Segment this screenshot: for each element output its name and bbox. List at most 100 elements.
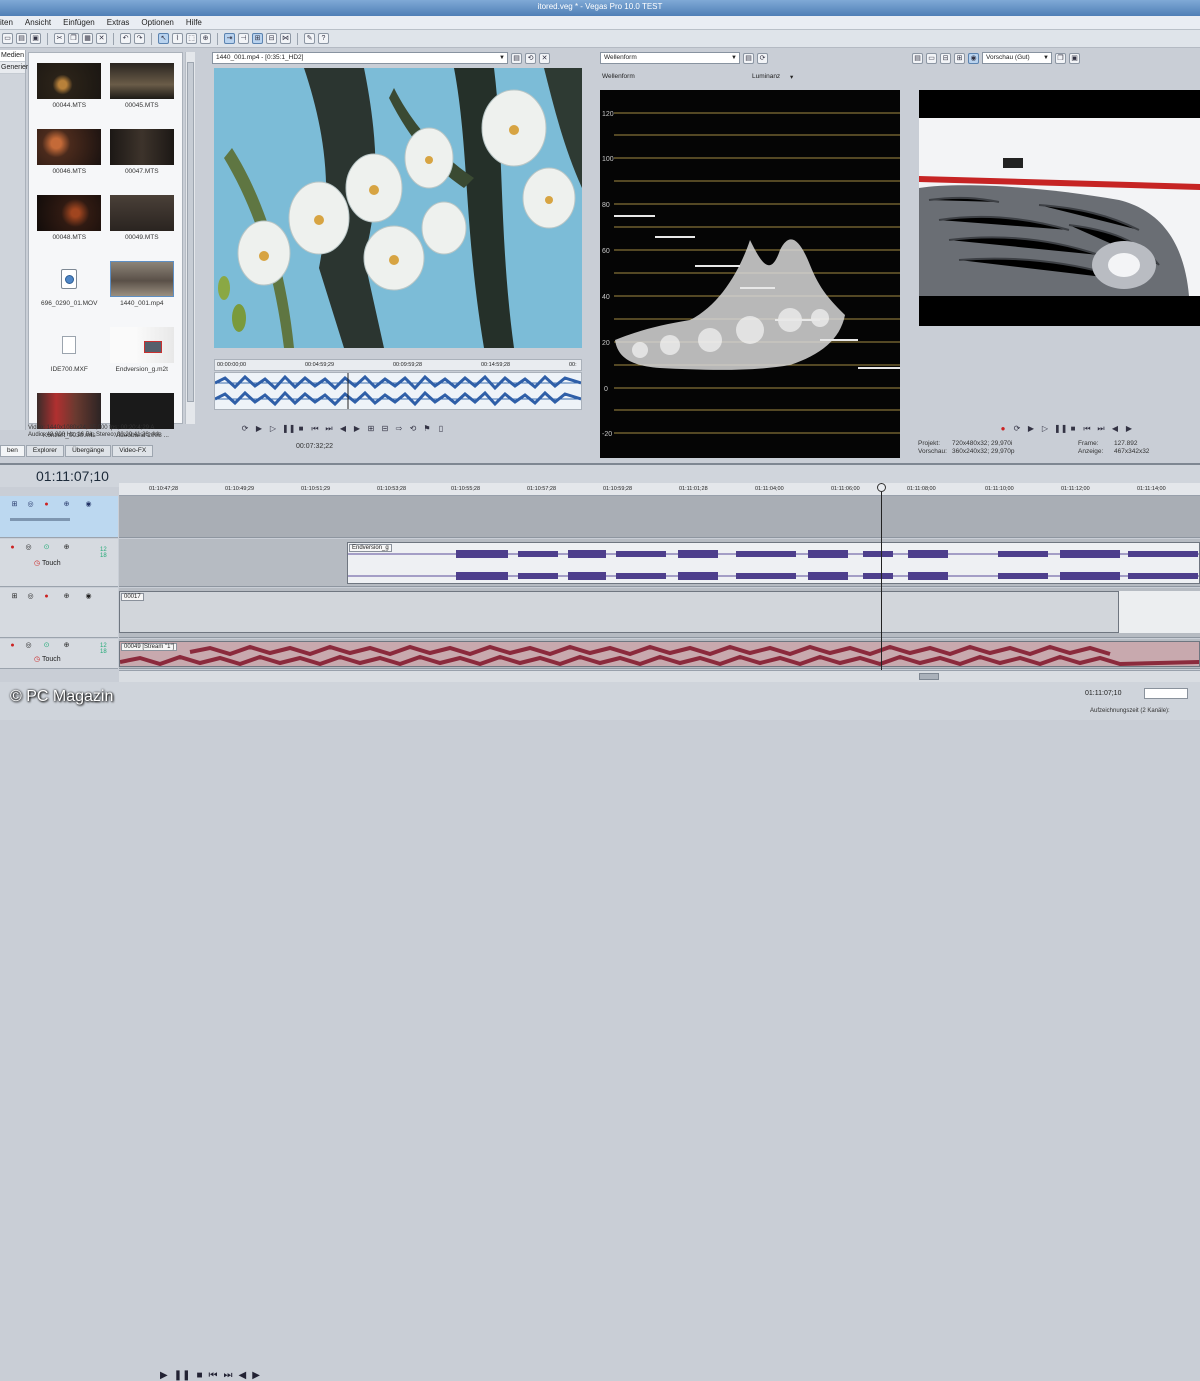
track-lane[interactable]: 00017 [119,588,1200,638]
trimmer-audio-waveform[interactable] [214,372,582,410]
automation-icon[interactable]: ◷ Touch [34,559,61,567]
marker-icon[interactable]: ⚑ [422,424,432,434]
video-clip[interactable]: 00017 [119,591,1119,633]
next-frame-icon[interactable]: ▶ [352,424,362,434]
previous-frame-icon[interactable]: ◀ [1110,424,1120,434]
undo-icon[interactable]: ↶ [120,33,131,44]
menu-item[interactable]: iten [0,18,13,27]
tab-project-media[interactable]: ben [0,445,25,457]
go-start-icon[interactable]: ⏮ [310,424,320,434]
pause-icon[interactable]: ❚❚ [282,424,295,434]
sync-icon[interactable]: ⟲ [408,424,418,434]
preview-settings-icon[interactable]: ▤ [912,52,923,64]
menu-item[interactable]: Ansicht [25,18,51,27]
mute-icon[interactable]: ◎ [26,500,35,509]
auto-ripple-icon[interactable]: ⇥ [224,33,235,44]
region-icon[interactable]: ▯ [436,424,446,434]
track-expand-icon[interactable]: ⊞ [10,500,19,509]
pause-icon[interactable]: ❚❚ [1054,424,1067,434]
pause-icon[interactable]: ❚❚ [174,1370,191,1381]
mute-icon[interactable]: ◎ [26,592,35,601]
scrollbar-thumb[interactable] [187,62,194,402]
track-lane[interactable]: Endversion_g [119,539,1200,587]
split-screen-icon[interactable]: ⊟ [940,52,951,64]
preview-quality-dropdown[interactable]: Vorschau (Gut) ▼ [982,52,1052,64]
solo-icon[interactable]: ⊙ [42,543,51,552]
media-tree-item[interactable]: Medien [0,50,25,62]
play-icon[interactable]: ▷ [1040,424,1050,434]
zoom-tool-icon[interactable]: ⊕ [200,33,211,44]
audio-clip[interactable]: Endversion_g [347,542,1200,584]
media-item[interactable]: IDE700.MXF [35,325,104,391]
stop-icon[interactable]: ■ [296,424,306,434]
playhead-cursor[interactable] [881,483,882,670]
save-snapshot-icon[interactable]: ▣ [1069,52,1080,64]
track-header-audio[interactable]: ● ◎ ⊙ ⊕ ◷ Touch 12 18 [0,539,118,587]
track-header-video[interactable]: ⊞ ◎ ● ⊕ ◉ [0,496,118,538]
properties-icon[interactable]: ✎ [304,33,315,44]
trimmer-ruler[interactable]: 00:00:00;00 00:04:59;29 00:09:59;28 00:1… [214,359,582,371]
loop-icon[interactable]: ⟳ [1012,424,1022,434]
mute-icon[interactable]: ◎ [24,543,33,552]
tab-video-fx[interactable]: Video-FX [112,445,154,457]
close-icon[interactable]: ✕ [539,52,550,64]
menu-item[interactable]: Hilfe [186,18,202,27]
fx-icon[interactable]: ⊕ [62,641,71,650]
media-item[interactable]: 00048.MTS [35,193,104,259]
compositing-icon[interactable]: ◉ [84,500,93,509]
save-icon[interactable]: ▣ [30,33,41,44]
media-item[interactable]: 00046.MTS [35,127,104,193]
automation-icon[interactable]: ◷ Touch [34,655,61,663]
insert-icon[interactable]: ⊞ [366,424,376,434]
media-scrollbar[interactable] [185,52,195,424]
fx-icon[interactable]: ⊕ [62,543,71,552]
timeline-ruler[interactable]: 01:10:47;28 01:10:49;29 01:10:51;29 01:1… [119,483,1200,496]
fx-icon[interactable]: ⊕ [62,592,71,601]
redo-icon[interactable]: ↷ [134,33,145,44]
record-arm-icon[interactable]: ● [8,641,17,650]
solo-icon[interactable]: ⊙ [42,641,51,650]
fx-icon[interactable]: ⊕ [62,500,71,509]
copy-icon[interactable]: ❐ [68,33,79,44]
envelope-tool-icon[interactable]: ⌇ [172,33,183,44]
playhead-marker[interactable] [877,483,886,492]
scope-mode-dropdown[interactable]: Wellenform ▼ [600,52,740,64]
play-icon[interactable]: ▷ [268,424,278,434]
go-start-icon[interactable]: ⏮ [1082,424,1092,434]
next-frame-icon[interactable]: ▶ [252,1370,260,1381]
audio-clip[interactable]: 00049 [Stream "1"] [119,641,1200,667]
solo-icon[interactable]: ● [42,500,51,509]
paste-icon[interactable]: ▦ [82,33,93,44]
solo-icon[interactable]: ● [42,592,51,601]
overwrite-icon[interactable]: ⊟ [380,424,390,434]
previous-frame-icon[interactable]: ◀ [239,1370,247,1381]
level-slider[interactable] [10,518,70,521]
previous-frame-icon[interactable]: ◀ [338,424,348,434]
trimmer-options-icon[interactable]: ▤ [511,52,522,64]
stop-icon[interactable]: ■ [196,1370,202,1381]
track-header-audio-2[interactable]: ● ◎ ⊙ ⊕ ◷ Touch 12 18 [0,639,118,669]
add-to-timeline-icon[interactable]: ⇨ [394,424,404,434]
go-end-icon[interactable]: ⏭ [324,424,334,434]
selection-tool-icon[interactable]: ⬚ [186,33,197,44]
record-arm-icon[interactable]: ● [8,543,17,552]
external-monitor-icon[interactable]: ▭ [926,52,937,64]
go-start-icon[interactable]: ⏮ [209,1370,218,1381]
mute-icon[interactable]: ◎ [24,641,33,650]
track-lane[interactable]: 00049 [Stream "1"] [119,639,1200,669]
menu-item[interactable]: Extras [107,18,130,27]
play-icon[interactable]: ▶ [160,1370,168,1381]
menu-item[interactable]: Optionen [141,18,173,27]
media-item[interactable]: Endversion_g.m2t [108,325,177,391]
next-frame-icon[interactable]: ▶ [1124,424,1134,434]
lock-envelopes-icon[interactable]: ⊞ [252,33,263,44]
scope-refresh-icon[interactable]: ⟳ [757,52,768,64]
media-item[interactable]: 696_0290_01.MOV [35,259,104,325]
record-icon[interactable]: ● [998,424,1008,434]
track-expand-icon[interactable]: ⊞ [10,592,19,601]
stop-icon[interactable]: ■ [1068,424,1078,434]
tab-transitions[interactable]: Übergänge [65,445,112,457]
delete-icon[interactable]: ✕ [96,33,107,44]
cut-icon[interactable]: ✂ [54,33,65,44]
compositing-icon[interactable]: ◉ [84,592,93,601]
